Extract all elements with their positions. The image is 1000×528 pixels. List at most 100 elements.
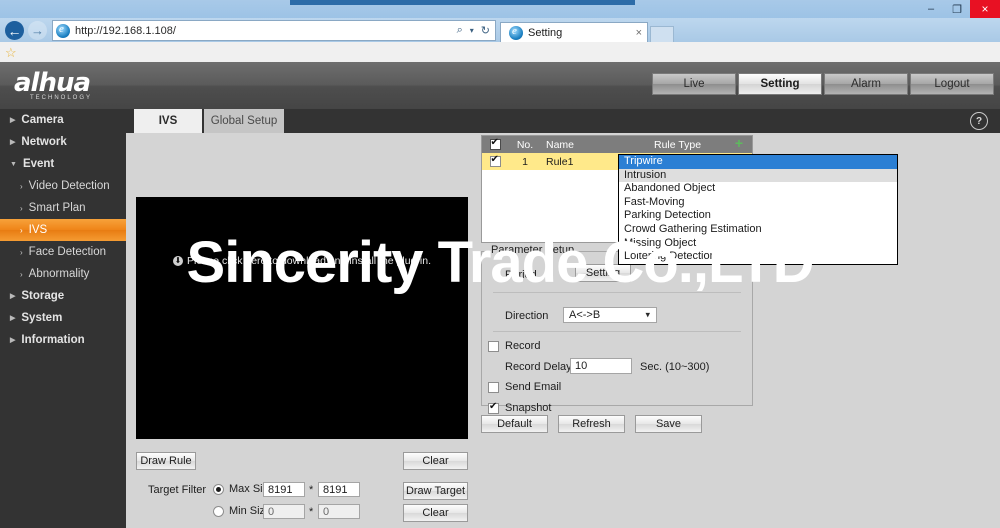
nav-live-button[interactable]: Live <box>652 73 736 95</box>
browser-window: – ❐ × ← → http://192.168.1.108/ ⌕ ▾ ↻ Se… <box>0 0 1000 528</box>
sidebar-item-storage[interactable]: ▶ Storage <box>0 285 126 307</box>
chevron-right-icon: › <box>20 225 23 235</box>
chevron-right-icon: ▶ <box>10 293 16 300</box>
max-size-radio[interactable] <box>213 483 224 495</box>
direction-value: A<->B <box>569 309 601 321</box>
draw-rule-button[interactable]: Draw Rule <box>136 452 196 470</box>
dahua-web-ui: alhua TECHNOLOGY Live Setting Alarm Logo… <box>0 62 1000 528</box>
new-tab-button[interactable] <box>650 26 674 42</box>
logo-wordmark: alhua <box>14 68 91 98</box>
sidebar-item-smart-plan[interactable]: › Smart Plan <box>0 197 126 219</box>
chevron-right-icon: › <box>20 269 23 279</box>
chevron-down-icon: ▼ <box>10 160 17 168</box>
dropdown-option-parking-detection[interactable]: Parking Detection <box>619 209 897 223</box>
address-bar[interactable]: http://192.168.1.108/ ⌕ ▾ ↻ <box>52 20 496 41</box>
title-bar: – ❐ × <box>0 0 1000 18</box>
plugin-download-message[interactable]: ⬇ Please click here to download and insta… <box>136 255 468 267</box>
sidebar-item-face-detection[interactable]: › Face Detection <box>0 241 126 263</box>
snapshot-checkbox[interactable] <box>488 401 499 414</box>
draw-target-button[interactable]: Draw Target <box>403 482 468 500</box>
internet-explorer-icon <box>56 23 70 38</box>
sidebar-item-information[interactable]: ▶ Information <box>0 329 126 351</box>
dahua-logo: alhua TECHNOLOGY <box>14 70 92 101</box>
sidebar-item-ivs[interactable]: › IVS <box>0 219 126 241</box>
sidebar-item-label: System <box>21 312 63 324</box>
forward-icon[interactable]: → <box>28 21 47 40</box>
max-size-separator: * <box>309 484 314 496</box>
default-button[interactable]: Default <box>481 415 548 433</box>
tab-title: Setting <box>528 26 563 39</box>
favorites-bar: ☆ <box>0 42 1000 63</box>
select-all-cell[interactable] <box>482 137 508 150</box>
period-setting-button[interactable]: Setting <box>575 264 631 282</box>
search-icon[interactable]: ⌕ <box>457 24 463 37</box>
row-select-cell[interactable] <box>482 154 508 167</box>
dropdown-option-abandoned-object[interactable]: Abandoned Object <box>619 182 897 196</box>
dropdown-option-tripwire[interactable]: Tripwire <box>619 155 897 169</box>
send-email-checkbox[interactable] <box>488 381 499 393</box>
max-size-width-input[interactable]: 8191 <box>263 482 305 497</box>
sidebar-item-label: Network <box>21 136 67 148</box>
sidebar-item-video-detection[interactable]: › Video Detection <box>0 175 126 197</box>
record-row[interactable]: Record <box>488 340 540 352</box>
tab-close-icon[interactable]: × <box>636 27 642 39</box>
chevron-right-icon: ▶ <box>10 337 16 344</box>
app-header: alhua TECHNOLOGY Live Setting Alarm Logo… <box>0 62 1000 109</box>
video-preview[interactable]: ⬇ Please click here to download and insta… <box>136 197 468 439</box>
min-size-height-input[interactable]: 0 <box>318 504 360 519</box>
min-size-radio[interactable] <box>213 505 224 517</box>
tab-favicon-icon <box>509 25 523 40</box>
chevron-right-icon: › <box>20 181 23 191</box>
select-all-checkbox[interactable] <box>489 137 501 150</box>
back-icon[interactable]: ← <box>5 21 24 40</box>
record-delay-input[interactable]: 10 <box>570 358 632 374</box>
sidebar-item-event[interactable]: ▼ Event <box>0 153 126 175</box>
snapshot-row[interactable]: Snapshot <box>488 401 551 414</box>
rule-type-dropdown-list[interactable]: Tripwire Intrusion Abandoned Object Fast… <box>618 154 898 265</box>
refresh-icon[interactable]: ↻ <box>481 24 490 37</box>
minimize-button[interactable]: – <box>918 0 944 18</box>
send-email-row[interactable]: Send Email <box>488 381 561 393</box>
top-nav-buttons: Live Setting Alarm Logout <box>652 73 994 95</box>
clear-target-button[interactable]: Clear <box>403 504 468 522</box>
nav-alarm-button[interactable]: Alarm <box>824 73 908 95</box>
clear-rule-button[interactable]: Clear <box>403 452 468 470</box>
chevron-right-icon: › <box>20 247 23 257</box>
sidebar-item-system[interactable]: ▶ System <box>0 307 126 329</box>
nav-setting-button[interactable]: Setting <box>738 73 822 95</box>
footer-button-row: Default Refresh Save <box>481 415 702 433</box>
tab-global-setup[interactable]: Global Setup <box>204 109 284 133</box>
record-delay-unit: Sec. (10~300) <box>640 361 710 373</box>
dropdown-option-loitering-detection[interactable]: Loitering Detection <box>619 250 897 264</box>
chevron-right-icon: › <box>20 203 23 213</box>
min-size-width-input[interactable]: 0 <box>263 504 305 519</box>
favorites-bar-star-icon[interactable]: ☆ <box>5 45 17 61</box>
sidebar-item-label: Camera <box>21 114 64 126</box>
sidebar-menu: ▶ Camera ▶ Network ▼ Event › Video Detec… <box>0 109 126 528</box>
row-checkbox[interactable] <box>489 154 501 167</box>
browser-navigation-bar: ← → http://192.168.1.108/ ⌕ ▾ ↻ Setting … <box>0 18 1000 55</box>
dropdown-option-fast-moving[interactable]: Fast-Moving <box>619 196 897 210</box>
dropdown-option-crowd-gathering-estimation[interactable]: Crowd Gathering Estimation <box>619 223 897 237</box>
tab-ivs[interactable]: IVS <box>134 109 202 133</box>
maximize-button[interactable]: ❐ <box>944 0 970 18</box>
refresh-button[interactable]: Refresh <box>558 415 625 433</box>
save-button[interactable]: Save <box>635 415 702 433</box>
nav-logout-button[interactable]: Logout <box>910 73 994 95</box>
record-checkbox[interactable] <box>488 340 499 352</box>
close-window-button[interactable]: × <box>970 0 1000 18</box>
help-icon[interactable]: ? <box>970 112 988 130</box>
direction-select[interactable]: A<->B ▾ <box>563 307 657 323</box>
sidebar-item-camera[interactable]: ▶ Camera <box>0 109 126 131</box>
chevron-down-icon[interactable]: ▾ <box>470 26 474 35</box>
tab-setting[interactable]: Setting × <box>500 22 648 42</box>
dropdown-option-missing-object[interactable]: Missing Object <box>619 237 897 251</box>
max-size-height-input[interactable]: 8191 <box>318 482 360 497</box>
tab-strip: Setting × <box>500 20 674 42</box>
address-bar-icons: ⌕ ▾ ↻ <box>457 24 495 37</box>
sidebar-item-abnormality[interactable]: › Abnormality <box>0 263 126 285</box>
dropdown-option-intrusion[interactable]: Intrusion <box>619 168 897 183</box>
add-rule-icon[interactable]: + <box>733 136 745 150</box>
row-name[interactable]: Rule1 <box>542 156 626 168</box>
sidebar-item-network[interactable]: ▶ Network <box>0 131 126 153</box>
